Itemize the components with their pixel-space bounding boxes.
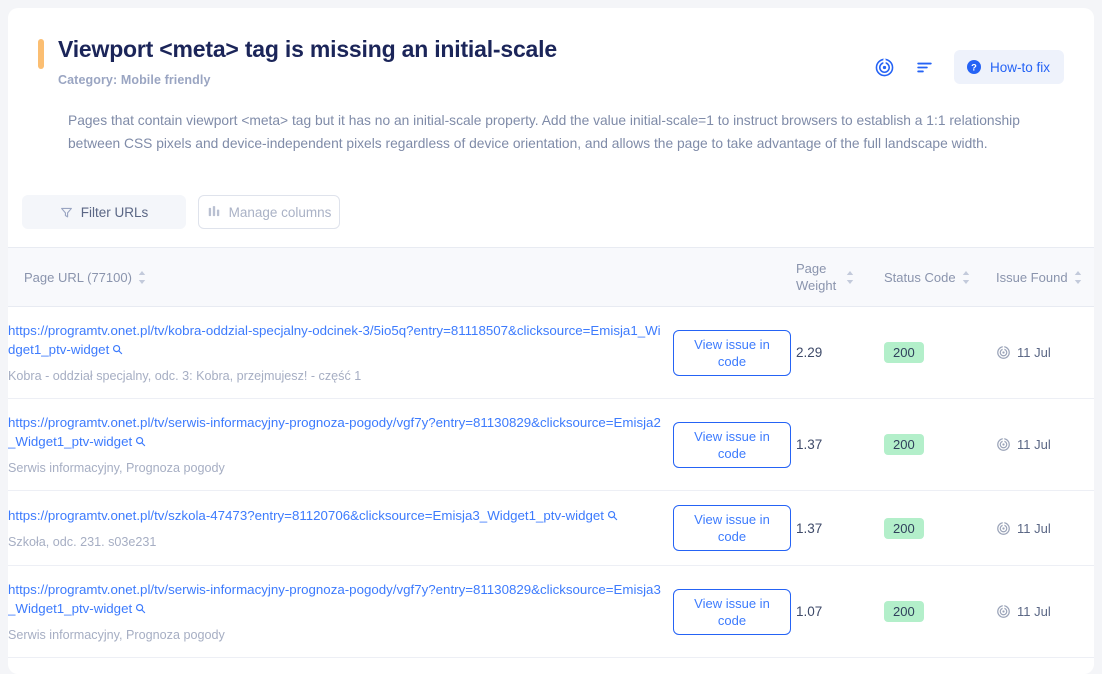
cell-issue-found: 11 Jul <box>996 306 1094 399</box>
issue-found-date: 11 Jul <box>1017 437 1051 452</box>
cell-status-code: 200 <box>884 398 996 491</box>
page-title-subtitle: Serwis informacyjny, Prognoza pogody <box>8 628 225 642</box>
funnel-icon <box>60 206 73 219</box>
cell-page-url: https://programtv.onet.pl/tv/szkola-4747… <box>8 490 668 566</box>
column-header-page-weight[interactable]: Page Weight <box>796 247 884 307</box>
question-circle-icon: ? <box>966 59 982 75</box>
radar-icon <box>996 437 1011 452</box>
cell-page-url: https://programtv.onet.pl/tv/serwis-info… <box>8 398 668 491</box>
filter-urls-button[interactable]: Filter URLs <box>22 195 186 229</box>
page-title-subtitle: Serwis informacyjny, Prognoza pogody <box>8 461 225 475</box>
page-url-link[interactable]: https://programtv.onet.pl/tv/serwis-info… <box>8 415 661 449</box>
card-header: Viewport <meta> tag is missing an initia… <box>8 8 1094 155</box>
magnifier-icon[interactable] <box>135 602 146 617</box>
cell-status-code: 200 <box>884 490 996 566</box>
sort-icon[interactable] <box>914 56 936 78</box>
page-root: Viewport <meta> tag is missing an initia… <box>0 0 1102 674</box>
cell-page-weight: 1.07 <box>796 565 884 658</box>
view-issue-in-code-button[interactable]: View issue in code <box>673 505 791 551</box>
page-url-link[interactable]: https://programtv.onet.pl/tv/serwis-info… <box>8 582 661 616</box>
manage-columns-label: Manage columns <box>228 204 332 220</box>
cell-page-url: https://programtv.onet.pl/tv/serwis-info… <box>8 565 668 658</box>
status-badge: 200 <box>884 601 924 622</box>
radar-icon <box>996 604 1011 619</box>
column-label-page-weight: Page Weight <box>796 261 837 293</box>
sort-arrows-icon[interactable] <box>1074 270 1082 284</box>
issue-found-date: 11 Jul <box>1017 604 1051 619</box>
issue-found-date: 11 Jul <box>1017 520 1051 536</box>
radar-icon <box>996 345 1011 360</box>
status-badge: 200 <box>884 434 924 455</box>
cell-issue-found: 11 Jul <box>996 565 1094 658</box>
table-header-row: Page URL (77100) Page Weight Status Code… <box>8 247 1094 307</box>
cell-action: View issue in code <box>668 398 796 491</box>
radar-icon[interactable] <box>874 56 896 78</box>
cell-issue-found: 11 Jul <box>996 398 1094 491</box>
how-to-fix-button[interactable]: ? How-to fix <box>953 50 1064 84</box>
cell-page-weight: 1.37 <box>796 490 884 566</box>
column-header-issue-found[interactable]: Issue Found <box>996 247 1094 307</box>
issue-found-date: 11 Jul <box>1017 345 1051 360</box>
cell-page-url: https://programtv.onet.pl/tv/kobra-oddzi… <box>8 306 668 399</box>
cell-page-weight: 2.29 <box>796 306 884 399</box>
column-header-page-url[interactable]: Page URL (77100) <box>8 247 668 307</box>
magnifier-icon[interactable] <box>112 343 123 358</box>
column-label-status-code: Status Code <box>884 269 956 285</box>
cell-action: View issue in code <box>668 306 796 399</box>
view-issue-in-code-button[interactable]: View issue in code <box>673 329 791 376</box>
issues-table: Page URL (77100) Page Weight Status Code… <box>8 247 1094 658</box>
cell-status-code: 200 <box>884 306 996 399</box>
table-row: https://programtv.onet.pl/tv/szkola-4747… <box>8 490 1094 566</box>
cell-page-weight: 1.37 <box>796 398 884 491</box>
page-url-link[interactable]: https://programtv.onet.pl/tv/szkola-4747… <box>8 508 604 523</box>
magnifier-icon[interactable] <box>607 509 618 524</box>
column-label-issue-found: Issue Found <box>996 269 1068 285</box>
status-badge: 200 <box>884 342 924 363</box>
issue-description: Pages that contain viewport <meta> tag b… <box>68 113 1020 151</box>
page-title-subtitle: Kobra - oddział specjalny, odc. 3: Kobra… <box>8 369 362 383</box>
issue-detail-card: Viewport <meta> tag is missing an initia… <box>8 8 1094 674</box>
sort-arrows-icon[interactable] <box>138 270 146 284</box>
cell-action: View issue in code <box>668 490 796 566</box>
status-badge: 200 <box>884 517 924 539</box>
table-row: https://programtv.onet.pl/tv/serwis-info… <box>8 398 1094 491</box>
filter-urls-label: Filter URLs <box>80 204 149 220</box>
view-issue-in-code-button[interactable]: View issue in code <box>673 588 791 635</box>
column-label-page-url: Page URL (77100) <box>24 269 132 285</box>
column-header-status-code[interactable]: Status Code <box>884 247 996 307</box>
table-row: https://programtv.onet.pl/tv/serwis-info… <box>8 565 1094 658</box>
page-url-link[interactable]: https://programtv.onet.pl/tv/kobra-oddzi… <box>8 323 661 357</box>
magnifier-icon[interactable] <box>135 435 146 450</box>
sort-arrows-icon[interactable] <box>846 270 854 284</box>
svg-text:?: ? <box>971 62 977 72</box>
table-header: Page URL (77100) Page Weight Status Code… <box>8 247 1094 307</box>
header-actions: ? How-to fix <box>874 50 1064 84</box>
cell-action: View issue in code <box>668 565 796 658</box>
cell-issue-found: 11 Jul <box>996 490 1094 566</box>
page-title-subtitle: Szkoła, odc. 231. s03e231 <box>8 535 157 549</box>
columns-icon <box>207 205 221 219</box>
how-to-fix-label: How-to fix <box>989 59 1050 75</box>
table-row: https://programtv.onet.pl/tv/kobra-oddzi… <box>8 306 1094 399</box>
accent-bar <box>38 39 44 69</box>
manage-columns-button[interactable]: Manage columns <box>198 195 340 229</box>
view-issue-in-code-button[interactable]: View issue in code <box>673 421 791 468</box>
table-toolbar: Filter URLs Manage columns <box>8 155 1094 247</box>
radar-icon <box>996 521 1011 536</box>
table-body: https://programtv.onet.pl/tv/kobra-oddzi… <box>8 306 1094 658</box>
column-header-action <box>668 247 796 307</box>
sort-arrows-icon[interactable] <box>962 270 970 284</box>
cell-status-code: 200 <box>884 565 996 658</box>
